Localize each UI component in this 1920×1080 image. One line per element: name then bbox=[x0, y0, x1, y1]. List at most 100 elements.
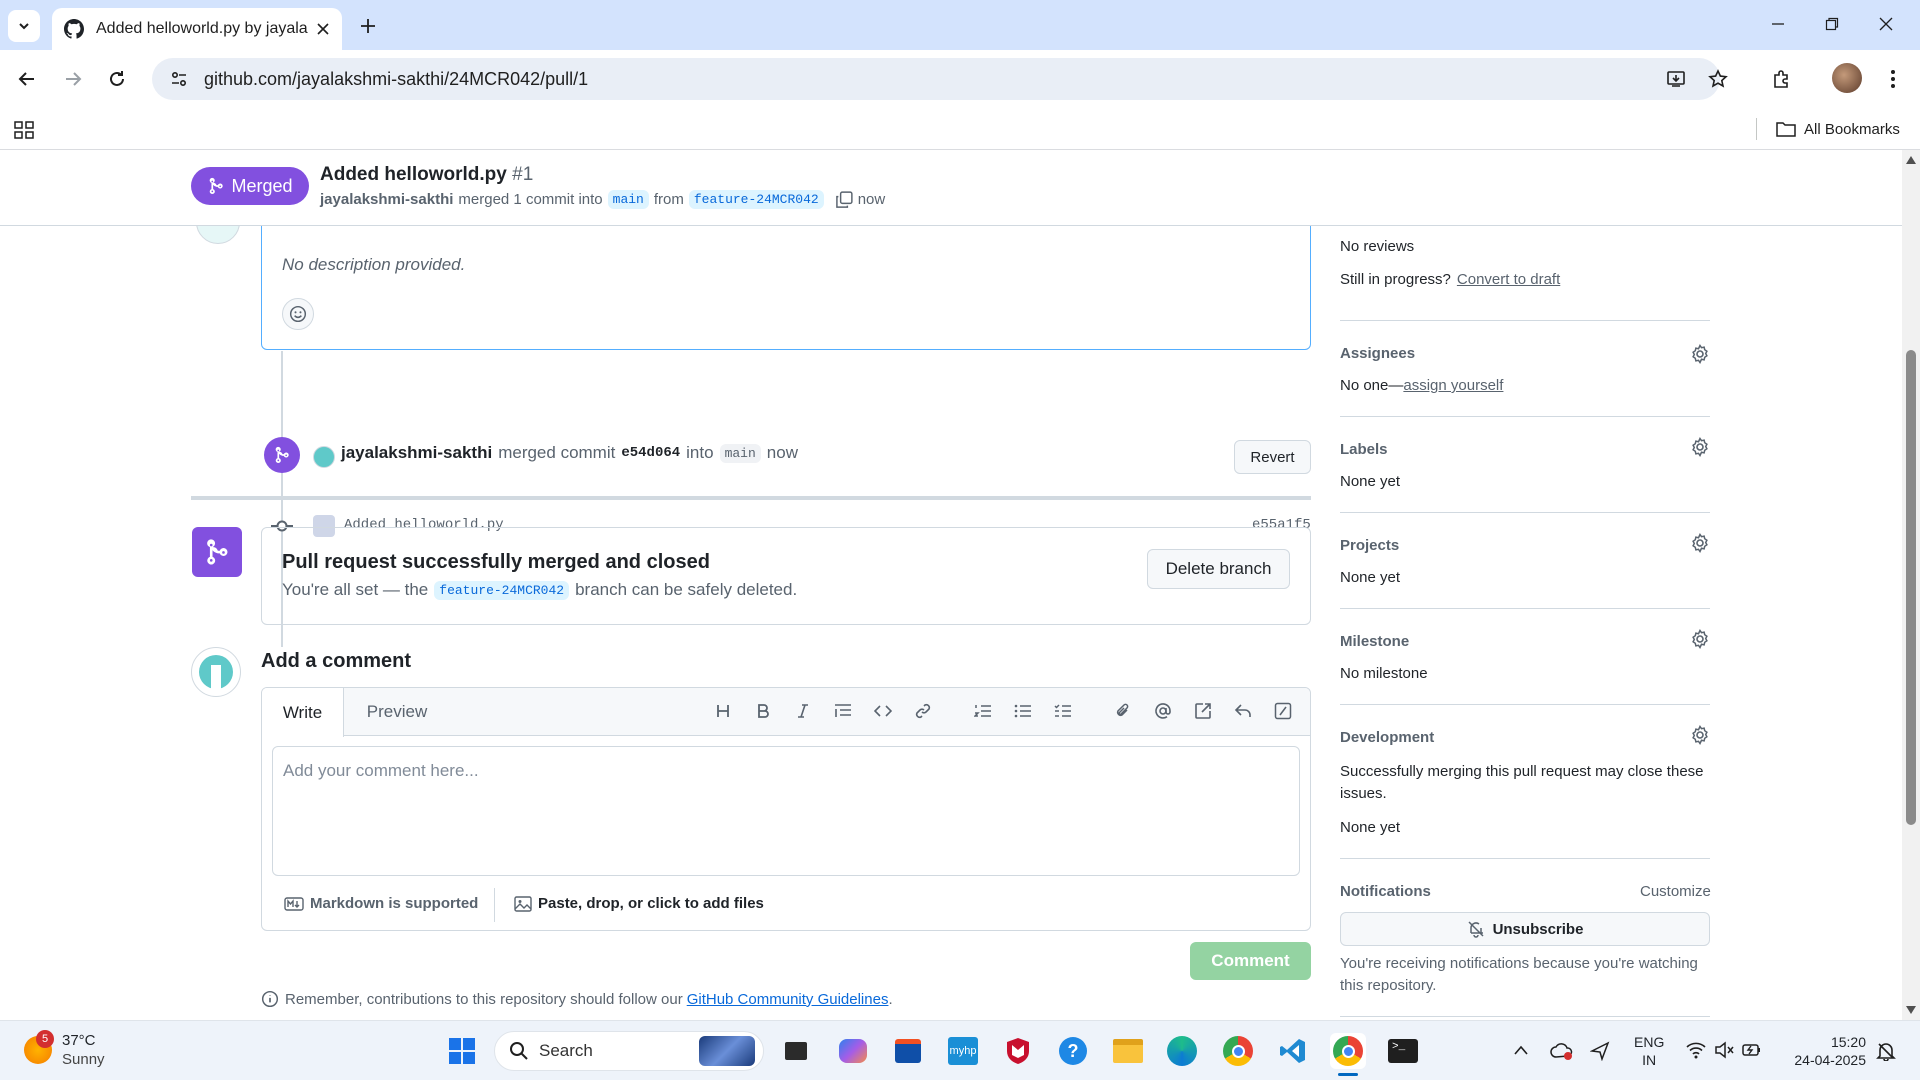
merged-box-branch[interactable]: feature-24MCR042 bbox=[434, 580, 570, 600]
store-icon[interactable] bbox=[890, 1033, 926, 1069]
revert-label: Revert bbox=[1250, 448, 1295, 466]
edge-icon[interactable] bbox=[1164, 1033, 1200, 1069]
show-hidden-icons[interactable] bbox=[1514, 1045, 1528, 1055]
ordered-list-button[interactable] bbox=[972, 700, 994, 722]
windows-logo-icon bbox=[449, 1038, 475, 1064]
help-icon[interactable]: ? bbox=[1055, 1033, 1091, 1069]
projects-heading[interactable]: Projects bbox=[1340, 537, 1399, 554]
profile-avatar[interactable] bbox=[1832, 63, 1862, 93]
labels-gear-icon[interactable] bbox=[1690, 437, 1710, 457]
assignees-gear-icon[interactable] bbox=[1690, 344, 1710, 364]
slash-commands-button[interactable] bbox=[1272, 700, 1294, 722]
copy-icon[interactable] bbox=[835, 190, 853, 209]
saved-replies-button[interactable] bbox=[1232, 700, 1254, 722]
mention-button[interactable] bbox=[1152, 700, 1174, 722]
battery-icon[interactable] bbox=[1742, 1041, 1762, 1059]
merge-actor-link[interactable]: jayalakshmi-sakthi bbox=[341, 443, 492, 463]
revert-button[interactable]: Revert bbox=[1234, 440, 1311, 474]
task-list-button[interactable] bbox=[1052, 700, 1074, 722]
all-bookmarks-label: All Bookmarks bbox=[1804, 120, 1900, 138]
attach-files-label: Paste, drop, or click to add files bbox=[538, 895, 764, 912]
restore-button[interactable] bbox=[1814, 8, 1850, 40]
quote-button[interactable] bbox=[832, 700, 854, 722]
chrome-active-icon[interactable] bbox=[1330, 1033, 1366, 1069]
assignees-heading[interactable]: Assignees bbox=[1340, 345, 1415, 362]
scroll-down-icon[interactable] bbox=[1906, 1006, 1916, 1014]
code-button[interactable] bbox=[872, 700, 894, 722]
labels-heading[interactable]: Labels bbox=[1340, 441, 1388, 458]
browser-menu-button[interactable] bbox=[1878, 63, 1908, 95]
scroll-up-icon[interactable] bbox=[1906, 156, 1916, 164]
heading-button[interactable] bbox=[712, 700, 734, 722]
vscode-icon[interactable] bbox=[1275, 1033, 1311, 1069]
pr-author-link[interactable]: jayalakshmi-sakthi bbox=[320, 191, 453, 208]
unsubscribe-button[interactable]: Unsubscribe bbox=[1340, 912, 1710, 946]
merge-branch-label[interactable]: main bbox=[719, 443, 761, 463]
start-button[interactable] bbox=[444, 1033, 480, 1069]
bold-button[interactable] bbox=[752, 700, 774, 722]
reload-button[interactable] bbox=[100, 62, 134, 96]
tab-write[interactable]: Write bbox=[262, 688, 344, 737]
tab-preview-label: Preview bbox=[366, 702, 428, 721]
close-window-button[interactable] bbox=[1868, 8, 1904, 40]
file-explorer-icon[interactable] bbox=[1110, 1033, 1146, 1069]
wifi-icon[interactable] bbox=[1686, 1041, 1706, 1059]
link-button[interactable] bbox=[912, 700, 934, 722]
milestone-gear-icon[interactable] bbox=[1690, 629, 1710, 649]
head-branch-label[interactable]: feature-24MCR042 bbox=[688, 190, 824, 209]
clock[interactable]: 15:20 24-04-2025 bbox=[1786, 1033, 1866, 1069]
myhp-icon[interactable]: myhp bbox=[945, 1033, 981, 1069]
projects-gear-icon[interactable] bbox=[1690, 533, 1710, 553]
milestone-heading[interactable]: Milestone bbox=[1340, 633, 1409, 650]
community-guidelines-link[interactable]: GitHub Community Guidelines bbox=[687, 991, 889, 1008]
puzzle-icon bbox=[1774, 70, 1788, 88]
reference-button[interactable] bbox=[1192, 700, 1214, 722]
italic-button[interactable] bbox=[792, 700, 814, 722]
site-info-icon[interactable] bbox=[170, 70, 188, 88]
comment-submit-button[interactable]: Comment bbox=[1190, 942, 1311, 980]
notification-bell-icon[interactable] bbox=[1876, 1041, 1896, 1061]
close-tab-icon[interactable] bbox=[316, 22, 330, 36]
browser-tab-active[interactable]: Added helloworld.py by jayalakshmi-sakth… bbox=[52, 8, 342, 50]
forward-button[interactable] bbox=[56, 62, 90, 96]
mcafee-icon[interactable] bbox=[1000, 1033, 1036, 1069]
terminal-icon[interactable]: >_ bbox=[1385, 1033, 1421, 1069]
scrollbar-thumb[interactable] bbox=[1906, 350, 1916, 825]
task-view-icon[interactable] bbox=[778, 1033, 814, 1069]
development-heading[interactable]: Development bbox=[1340, 729, 1434, 746]
bookmark-star-button[interactable] bbox=[1702, 63, 1734, 95]
unordered-list-button[interactable] bbox=[1012, 700, 1034, 722]
install-app-button[interactable] bbox=[1660, 63, 1692, 95]
apps-button[interactable] bbox=[10, 116, 38, 144]
add-reaction-button[interactable] bbox=[282, 298, 314, 330]
taskbar-search[interactable]: Search bbox=[494, 1031, 764, 1071]
minimize-button[interactable] bbox=[1760, 8, 1796, 40]
assign-yourself-link[interactable]: assign yourself bbox=[1403, 377, 1503, 394]
back-button[interactable] bbox=[10, 62, 44, 96]
copilot-icon[interactable] bbox=[835, 1033, 871, 1069]
address-bar[interactable]: github.com/jayalakshmi-sakthi/24MCR042/p… bbox=[152, 58, 1720, 100]
extensions-button[interactable] bbox=[1766, 63, 1798, 95]
volume-muted-icon[interactable] bbox=[1714, 1041, 1734, 1059]
all-bookmarks-button[interactable]: All Bookmarks bbox=[1776, 114, 1900, 144]
delete-branch-button[interactable]: Delete branch bbox=[1147, 549, 1290, 589]
development-gear-icon[interactable] bbox=[1690, 725, 1710, 745]
base-branch-label[interactable]: main bbox=[607, 190, 649, 209]
merge-sha-link[interactable]: e54d064 bbox=[621, 445, 680, 461]
attach-files-button[interactable]: Paste, drop, or click to add files bbox=[514, 895, 764, 912]
convert-to-draft-link[interactable]: Convert to draft bbox=[1457, 271, 1560, 288]
customize-notifications-link[interactable]: Customize bbox=[1640, 883, 1711, 900]
new-tab-button[interactable] bbox=[352, 10, 384, 42]
markdown-supported-link[interactable]: Markdown is supported bbox=[284, 895, 478, 912]
merged-state-badge: Merged bbox=[191, 167, 309, 205]
send-icon[interactable] bbox=[1590, 1041, 1610, 1061]
attach-button[interactable] bbox=[1112, 700, 1134, 722]
tab-search-button[interactable] bbox=[8, 10, 40, 42]
tab-preview[interactable]: Preview bbox=[344, 688, 450, 736]
cloud-sync-icon[interactable] bbox=[1550, 1041, 1574, 1061]
weather-widget[interactable]: 5 37°C Sunny bbox=[24, 1030, 105, 1069]
chrome-icon[interactable] bbox=[1220, 1033, 1256, 1069]
comment-textarea[interactable]: Add your comment here... bbox=[272, 746, 1300, 876]
page-scrollbar[interactable] bbox=[1902, 150, 1920, 1020]
language-indicator[interactable]: ENG IN bbox=[1634, 1033, 1664, 1069]
